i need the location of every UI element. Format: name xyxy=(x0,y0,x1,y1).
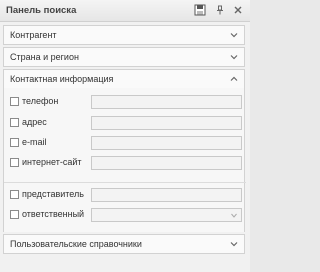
panel-title: Панель поиска xyxy=(6,5,77,16)
address-checkbox[interactable] xyxy=(10,118,19,127)
email-row: e-mail xyxy=(4,136,246,150)
panel-titlebar: Панель поиска xyxy=(0,0,250,22)
address-label: адрес xyxy=(22,117,47,127)
email-label: e-mail xyxy=(22,137,47,147)
divider xyxy=(4,182,246,183)
section-counterparty-label: Контрагент xyxy=(10,30,57,40)
address-field[interactable] xyxy=(91,116,242,130)
responsible-select[interactable] xyxy=(91,208,242,222)
website-label: интернет-сайт xyxy=(22,157,82,167)
phone-row: телефон xyxy=(4,95,246,109)
chevron-down-icon xyxy=(231,213,237,218)
email-field[interactable] xyxy=(91,136,242,150)
section-contact-info[interactable]: Контактная информация xyxy=(3,69,245,89)
website-row: интернет-сайт xyxy=(4,156,246,170)
website-checkbox[interactable] xyxy=(10,158,19,167)
section-custom-refs[interactable]: Пользовательские справочники xyxy=(3,234,245,254)
contact-info-body: телефон адрес e-mail интернет-сайт предс… xyxy=(3,88,246,232)
close-icon[interactable] xyxy=(232,4,244,16)
chevron-down-icon xyxy=(230,242,238,247)
representative-label: представитель xyxy=(22,189,84,199)
responsible-label: ответственный xyxy=(22,209,85,219)
website-field[interactable] xyxy=(91,156,242,170)
representative-row: представитель xyxy=(4,188,246,202)
chevron-up-icon xyxy=(230,76,238,81)
phone-field[interactable] xyxy=(91,95,242,109)
save-icon[interactable] xyxy=(194,4,206,16)
chevron-down-icon xyxy=(230,33,238,38)
responsible-checkbox[interactable] xyxy=(10,210,19,219)
responsible-row: ответственный xyxy=(4,208,246,222)
phone-checkbox[interactable] xyxy=(10,97,19,106)
section-country-region-label: Страна и регион xyxy=(10,52,79,62)
section-country-region[interactable]: Страна и регион xyxy=(3,47,245,67)
pin-icon[interactable] xyxy=(214,4,226,16)
representative-field[interactable] xyxy=(91,188,242,202)
section-counterparty[interactable]: Контрагент xyxy=(3,25,245,45)
section-contact-info-label: Контактная информация xyxy=(10,74,114,84)
chevron-down-icon xyxy=(230,55,238,60)
email-checkbox[interactable] xyxy=(10,138,19,147)
address-row: адрес xyxy=(4,116,246,130)
search-panel: Панель поиска Контрагент Страна и регион… xyxy=(0,0,250,272)
phone-label: телефон xyxy=(22,96,59,106)
representative-checkbox[interactable] xyxy=(10,190,19,199)
section-custom-refs-label: Пользовательские справочники xyxy=(10,239,142,249)
